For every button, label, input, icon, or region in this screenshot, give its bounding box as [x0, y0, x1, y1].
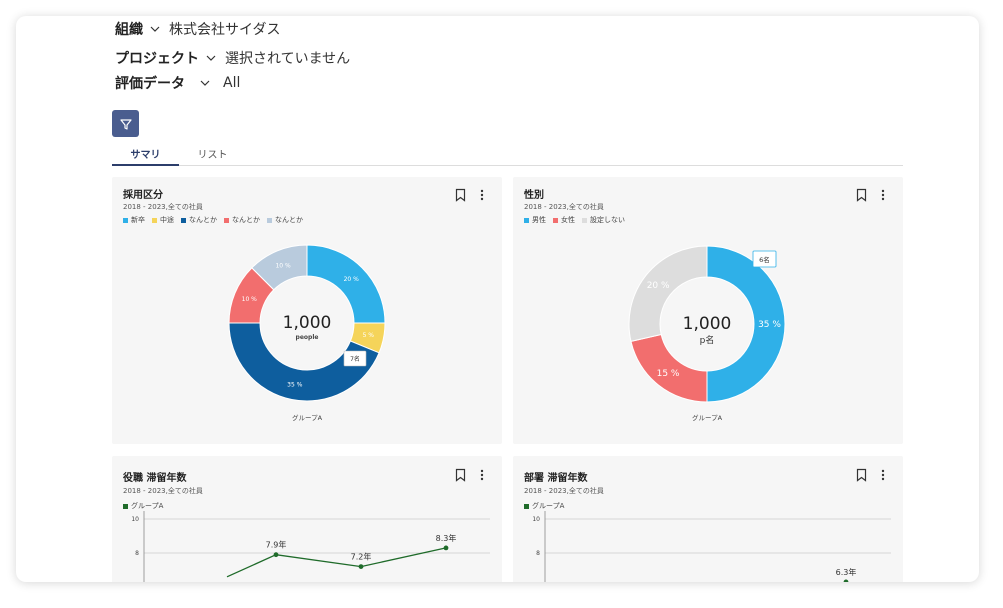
dept-tenure-card: 部署 滞留年数 2018 - 2023,全ての社員 グループA 10 8 6.3年	[513, 456, 903, 582]
role-tenure-card: 役職 滞留年数 2018 - 2023,全ての社員 グループA 10 8 7.9年 7…	[112, 456, 502, 582]
project-filter-value: 選択されていません	[225, 51, 351, 67]
y-tick-label: 8	[135, 550, 139, 557]
chevron-down-icon[interactable]	[199, 77, 211, 89]
chevron-down-icon[interactable]	[205, 52, 217, 64]
slice-label: 20 %	[647, 281, 670, 291]
dept-tenure-line-chart: 10 8 6.3年	[532, 511, 891, 583]
slice-label: 35 %	[758, 320, 781, 330]
org-filter-value: 株式会社サイダス	[169, 22, 281, 38]
filter-button[interactable]	[112, 110, 139, 137]
tooltip-text: 7名	[350, 355, 360, 363]
chart-caption: グループA	[292, 413, 323, 422]
gender-donut-chart: 35 % 15 % 20 % 1,000 p名 6名 グループA	[628, 245, 786, 422]
chart-caption: グループA	[692, 413, 723, 422]
y-tick-label: 10	[131, 516, 139, 523]
app-frame: 組織 株式会社サイダス プロジェクト 選択されていません 評価データ All サ…	[16, 16, 979, 582]
data-point[interactable]	[273, 552, 279, 558]
hiring-donut-chart: 20 % 5 % 35 % 10 % 10 % 1,000 people 7名 グループ…	[228, 244, 386, 422]
donut-slice[interactable]	[306, 244, 386, 324]
slice-label: 10 %	[242, 296, 258, 303]
data-point[interactable]	[843, 579, 849, 583]
data-label: 7.9年	[266, 540, 287, 550]
series-line	[226, 547, 447, 578]
chart-tooltip: 7名	[343, 350, 367, 367]
role-tenure-line-chart: 10 8 7.9年 7.2年 8.3年	[131, 511, 490, 582]
chart-tooltip: 6名	[752, 250, 777, 268]
data-label: 6.3年	[836, 567, 857, 577]
view-tabs: サマリ リスト	[112, 142, 903, 166]
chevron-down-icon[interactable]	[149, 23, 161, 35]
donut-center-value: 1,000	[283, 313, 332, 333]
chart-grid: 10 8	[532, 516, 891, 557]
tab-list[interactable]: リスト	[179, 142, 246, 165]
donut-center-unit: people	[296, 334, 319, 341]
project-filter-label: プロジェクト	[115, 51, 199, 67]
donut-center-value: 1,000	[683, 314, 732, 334]
tab-summary[interactable]: サマリ	[112, 142, 179, 166]
slice-label: 35 %	[287, 381, 303, 388]
slice-label: 10 %	[275, 262, 291, 269]
hiring-card: 採用区分 2018 - 2023,全ての社員 新卒 中途 なんとか なんとか な…	[112, 177, 502, 444]
data-label: 7.2年	[351, 552, 372, 562]
donut-center-unit: p名	[700, 334, 715, 346]
org-filter[interactable]: 組織 株式会社サイダス	[115, 19, 280, 39]
eval-filter-label: 評価データ	[115, 76, 185, 92]
tooltip-text: 6名	[759, 255, 770, 264]
y-tick-label: 8	[536, 550, 540, 557]
project-filter[interactable]: プロジェクト 選択されていません	[115, 48, 350, 68]
y-tick-label: 10	[532, 516, 540, 523]
data-label: 8.3年	[436, 533, 457, 543]
gender-card: 性別 2018 - 2023,全ての社員 男性 女性 設定しない 35 % 15 …	[513, 177, 903, 444]
slice-label: 20 %	[344, 276, 360, 283]
data-point[interactable]	[443, 545, 449, 551]
slice-label: 5 %	[363, 332, 375, 339]
slice-label: 15 %	[657, 369, 680, 379]
data-point[interactable]	[358, 564, 364, 569]
eval-filter-value: All	[223, 75, 241, 91]
org-filter-label: 組織	[115, 22, 143, 38]
funnel-icon	[119, 118, 132, 130]
eval-filter[interactable]: 評価データ All	[115, 73, 240, 93]
